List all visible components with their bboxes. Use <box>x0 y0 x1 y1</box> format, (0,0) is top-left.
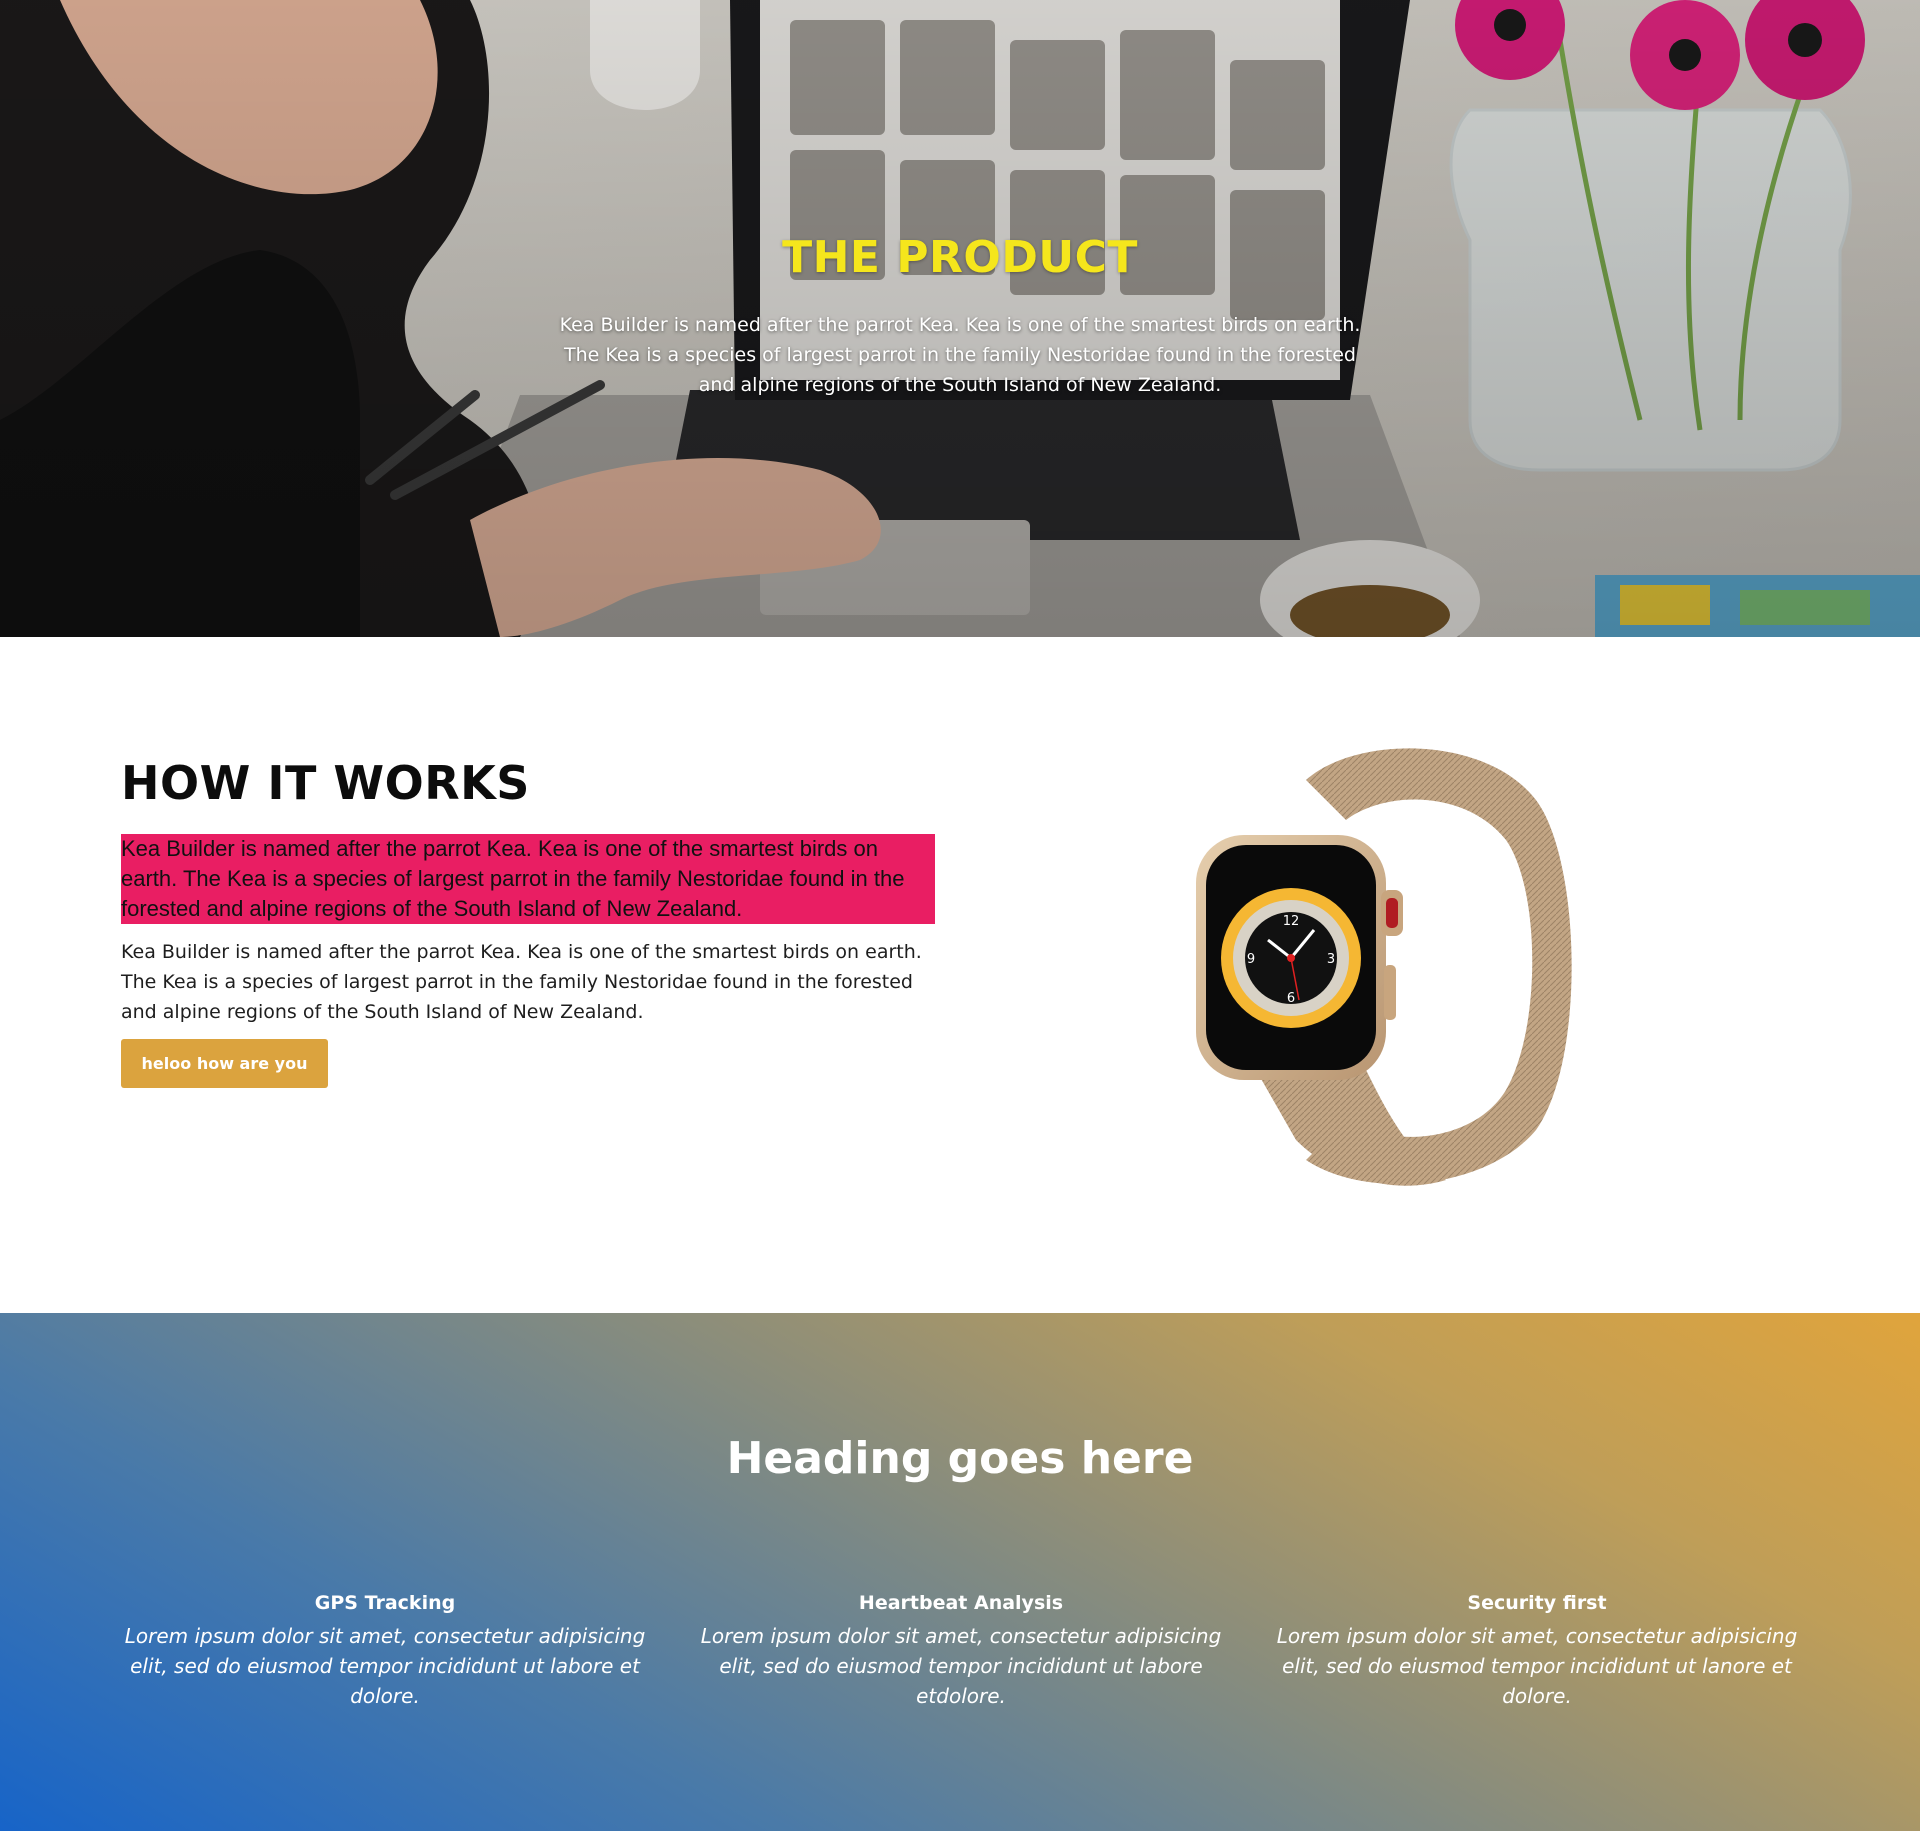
svg-text:9: 9 <box>1247 952 1255 967</box>
body-paragraph: Kea Builder is named after the parrot Ke… <box>121 941 922 1023</box>
smartwatch-image: 12 3 6 9 <box>1196 740 1596 1195</box>
highlighted-paragraph: Kea Builder is named after the parrot Ke… <box>121 834 935 924</box>
feature-title: Security first <box>1467 1592 1607 1614</box>
feature-title: GPS Tracking <box>314 1592 456 1614</box>
hero-section: THE PRODUCT Kea Builder is named after t… <box>0 0 1920 637</box>
feature-description: Lorem ipsum dolor sit amet, consectetur … <box>700 1624 1222 1708</box>
feature-heartbeat-analysis: Heartbeat Analysis Lorem ipsum dolor sit… <box>691 1589 1231 1711</box>
feature-gps-tracking: GPS Tracking Lorem ipsum dolor sit amet,… <box>115 1589 655 1711</box>
hero-title: THE PRODUCT <box>782 232 1138 283</box>
svg-text:6: 6 <box>1287 991 1295 1006</box>
feature-security-first: Security first Lorem ipsum dolor sit ame… <box>1267 1589 1807 1711</box>
features-heading: Heading goes here <box>726 1433 1194 1484</box>
svg-text:12: 12 <box>1283 914 1300 929</box>
feature-title: Heartbeat Analysis <box>858 1592 1064 1614</box>
feature-description: Lorem ipsum dolor sit amet, consectetur … <box>1276 1624 1798 1708</box>
hero-description: Kea Builder is named after the parrot Ke… <box>559 314 1361 396</box>
how-it-works-title: HOW IT WORKS <box>121 756 530 810</box>
features-section: Heading goes here GPS Tracking Lorem ips… <box>0 1313 1920 1831</box>
cta-button[interactable]: heloo how are you <box>121 1039 328 1088</box>
watch-icon: 12 3 6 9 <box>1196 748 1572 1186</box>
feature-description: Lorem ipsum dolor sit amet, consectetur … <box>124 1624 646 1708</box>
svg-text:3: 3 <box>1327 952 1335 967</box>
